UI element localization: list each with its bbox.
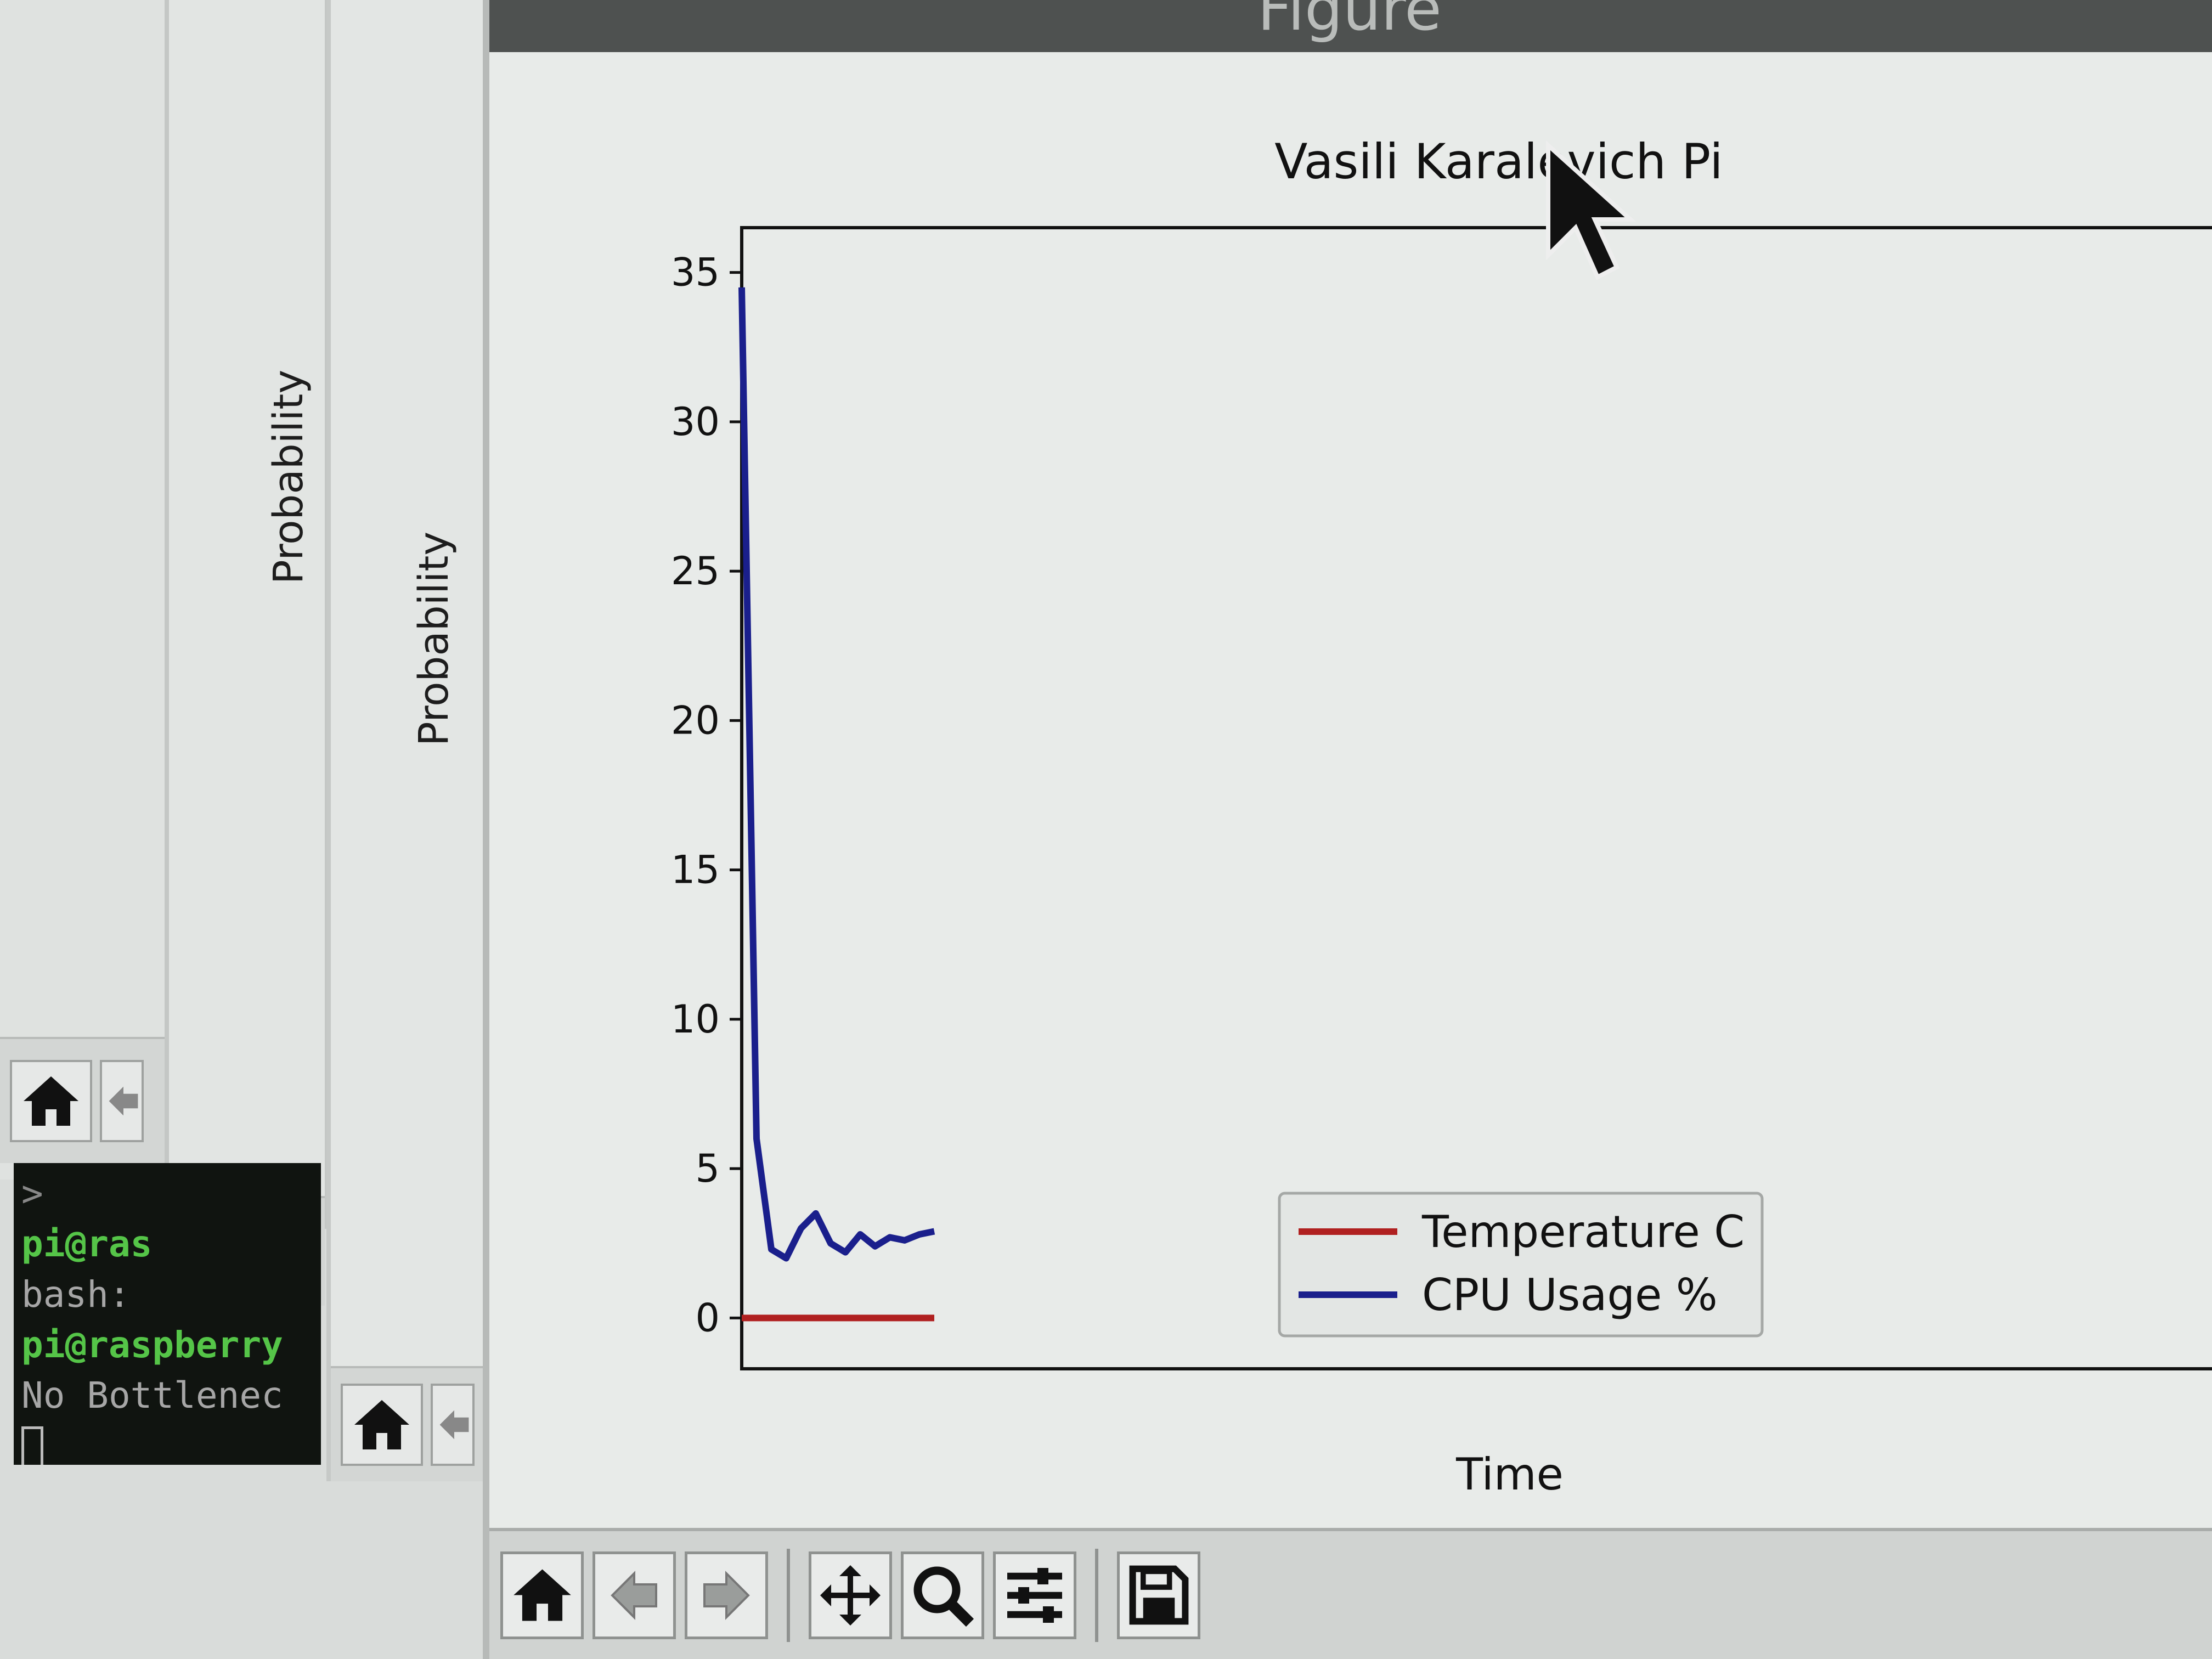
toolbar-separator bbox=[1095, 1548, 1098, 1642]
home-icon bbox=[354, 1400, 409, 1449]
forward-button[interactable] bbox=[685, 1551, 768, 1639]
home-button[interactable] bbox=[341, 1384, 423, 1466]
sliders-icon bbox=[1007, 1567, 1062, 1623]
save-button[interactable] bbox=[1117, 1551, 1200, 1639]
window-titlebar[interactable]: Figure bbox=[489, 0, 2212, 52]
background-window-3[interactable]: Probability bbox=[326, 0, 491, 1481]
home-button[interactable] bbox=[500, 1551, 584, 1639]
back-button[interactable] bbox=[592, 1551, 676, 1639]
terminal-line: bash: bbox=[21, 1273, 153, 1316]
home-icon bbox=[24, 1076, 78, 1126]
navigation-toolbar bbox=[489, 1528, 2212, 1659]
plot-canvas[interactable]: Vasili Karalevich Pi 0 5 10 15 20 25 30 35 Time… bbox=[489, 52, 2212, 1528]
configure-subplots-button[interactable] bbox=[993, 1551, 1076, 1639]
arrow-right-icon bbox=[703, 1570, 750, 1620]
figure-window[interactable]: Figure Vasili Karalevich Pi 0 5 10 15 20 25 30… bbox=[483, 0, 2212, 1659]
terminal-line: pi@raspberry bbox=[21, 1324, 283, 1366]
y-tick-label: 25 bbox=[671, 549, 720, 594]
magnifier-icon bbox=[913, 1566, 974, 1627]
terminal-cursor bbox=[21, 1426, 43, 1465]
y-tick-label: 0 bbox=[695, 1295, 720, 1340]
terminal-line: No Bottlenec bbox=[21, 1374, 283, 1417]
back-button[interactable] bbox=[431, 1384, 475, 1466]
line-chart: Vasili Karalevich Pi 0 5 10 15 20 25 30 35 Time… bbox=[671, 133, 2212, 1500]
chart-title: Vasili Karalevich Pi bbox=[1274, 133, 1723, 190]
background-window-1[interactable] bbox=[0, 0, 176, 1180]
floppy-disk-icon bbox=[1129, 1565, 1188, 1625]
series-layer bbox=[738, 287, 935, 1322]
background-window-3-toolbar bbox=[331, 1366, 487, 1481]
terminal-line: > bbox=[21, 1172, 43, 1215]
arrow-left-icon bbox=[109, 1086, 138, 1116]
arrow-left-icon bbox=[611, 1570, 657, 1620]
y-tick-label: 35 bbox=[671, 250, 720, 295]
y-tick-label: 5 bbox=[695, 1146, 720, 1191]
pan-button[interactable] bbox=[809, 1551, 892, 1639]
home-icon bbox=[513, 1569, 571, 1621]
legend-label-cpu: CPU Usage % bbox=[1422, 1269, 1718, 1321]
arrow-left-icon bbox=[439, 1410, 469, 1440]
toolbar-separator bbox=[787, 1548, 790, 1642]
probability-axis-label: Probability bbox=[265, 369, 312, 584]
background-window-2[interactable]: Probability bbox=[165, 0, 329, 1306]
terminal-cursor-line bbox=[21, 1421, 313, 1465]
home-button[interactable] bbox=[10, 1060, 92, 1142]
legend-label-temperature: Temperature C bbox=[1421, 1206, 1745, 1257]
legend: Temperature C CPU Usage % bbox=[1278, 1192, 1764, 1338]
terminal-window[interactable]: > pi@ras bash: pi@raspberry No Bottlenec bbox=[14, 1163, 321, 1465]
y-tick-label: 20 bbox=[671, 698, 720, 743]
background-window-1-toolbar bbox=[0, 1037, 176, 1163]
zoom-button[interactable] bbox=[901, 1551, 984, 1639]
window-title: Figure bbox=[1257, 0, 1442, 44]
y-tick-label: 15 bbox=[671, 848, 720, 893]
x-axis-label: Time bbox=[1455, 1449, 1564, 1500]
move-icon bbox=[820, 1565, 881, 1626]
y-tick-label: 30 bbox=[671, 399, 720, 444]
y-axis: 0 5 10 15 20 25 30 35 bbox=[671, 250, 742, 1340]
series-line-cpu-usage bbox=[738, 287, 935, 1262]
terminal-line: pi@ras bbox=[21, 1223, 153, 1265]
y-tick-label: 10 bbox=[671, 997, 720, 1042]
back-button[interactable] bbox=[100, 1060, 144, 1142]
probability-axis-label: Probability bbox=[410, 531, 458, 746]
